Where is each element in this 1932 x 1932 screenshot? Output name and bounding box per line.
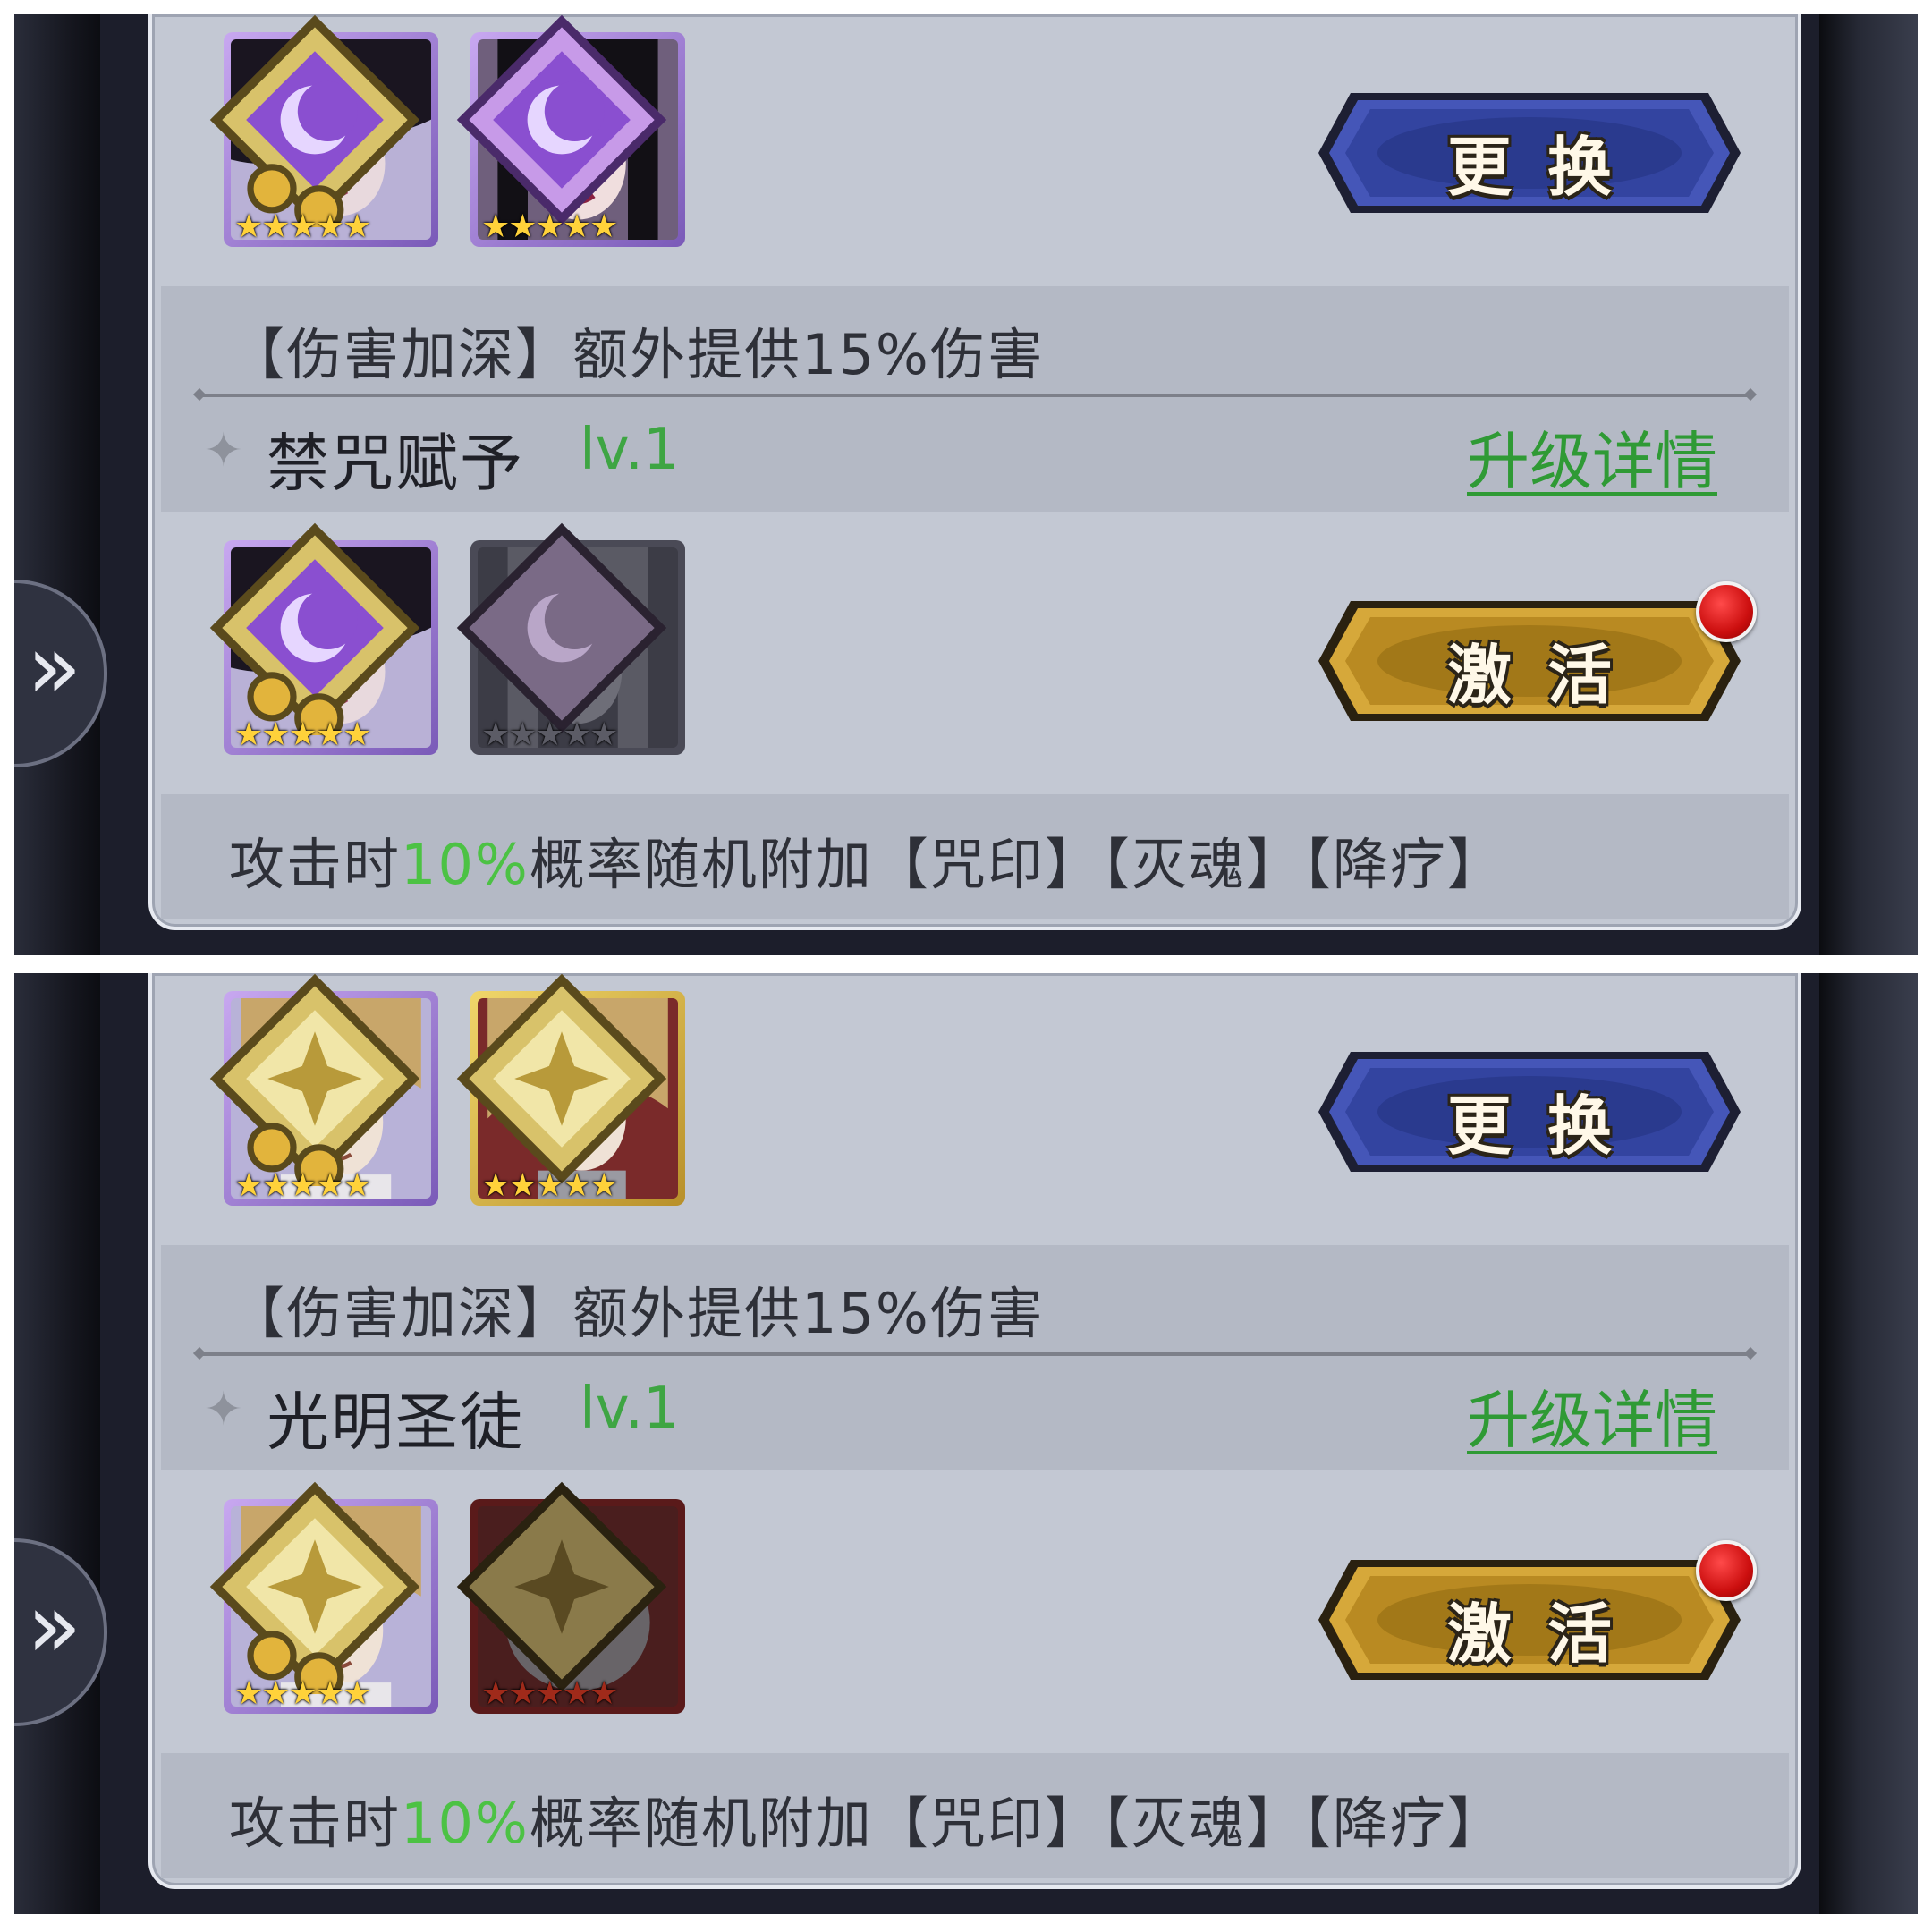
- hero-portrait-moon-girl[interactable]: ★★★★★: [456, 14, 685, 247]
- swap-button[interactable]: 更换: [1315, 1045, 1744, 1179]
- effect-description: 攻击时10%概率随机附加【咒印】【灭魂】【降疗】: [229, 1778, 1504, 1859]
- star-rating-icon: ★★★★★: [481, 1167, 618, 1204]
- effect-description: 攻击时10%概率随机附加【咒印】【灭魂】【降疗】: [229, 819, 1504, 900]
- red-notification-dot-icon: [1696, 581, 1757, 642]
- effect-suffix: 概率随机附加【咒印】【灭魂】【降疗】: [529, 1791, 1504, 1856]
- effect-prefix: 攻击时: [229, 1791, 402, 1856]
- star-rating-icon: ★★★★★: [234, 716, 371, 753]
- swap-button-label: 更换: [1446, 130, 1648, 205]
- synergy-panel: ★★★★★ ★★★★★ 更换 【伤害加深】额外提供15%伤害 ✦ 光明圣徒 lv…: [148, 973, 1801, 1889]
- effect-prefix: 攻击时: [229, 832, 402, 897]
- activate-button[interactable]: 激活: [1315, 1540, 1757, 1687]
- light-faction-badge-icon: [456, 1481, 667, 1692]
- skill-name: 禁咒赋予: [267, 427, 524, 500]
- star-rating-icon: ★★★★★: [234, 1675, 371, 1712]
- swap-button[interactable]: 更换: [1315, 86, 1744, 220]
- hero-portrait-light-knight[interactable]: ★★★★★: [456, 973, 685, 1206]
- light-faction-badge-icon: [209, 973, 420, 1186]
- divider-line: [199, 1352, 1751, 1356]
- activate-button-label: 激活: [1446, 638, 1648, 713]
- hero-portrait-moon-witch[interactable]: ★★★★★: [209, 522, 438, 755]
- red-notification-dot-icon: [1696, 1540, 1757, 1601]
- light-faction-badge-icon: [209, 1481, 420, 1694]
- hero-portrait-moon-witch[interactable]: ★★★★★: [209, 14, 438, 247]
- hero-portrait-locked[interactable]: ★★★★★: [456, 1481, 685, 1714]
- moon-faction-badge-icon: [209, 522, 420, 735]
- star-rating-icon: ★★★★★: [481, 716, 618, 753]
- effect-suffix: 概率随机附加【咒印】【灭魂】【降疗】: [529, 832, 1504, 897]
- upgrade-details-link[interactable]: 升级详情: [1467, 411, 1717, 502]
- effect-chance: 10%: [401, 832, 530, 897]
- side-expand-arrow-icon: »: [27, 614, 82, 719]
- side-expand-arrow-icon: »: [27, 1573, 82, 1678]
- screenshot-bottom: ★★★★★ ★★★★★ 更换 【伤害加深】额外提供15%伤害 ✦ 光明圣徒 lv…: [14, 973, 1918, 1914]
- bonus-description: 【伤害加深】额外提供15%伤害: [229, 322, 1045, 387]
- left-rail: [14, 14, 100, 955]
- activate-button-label: 激活: [1446, 1597, 1648, 1672]
- effect-chance: 10%: [401, 1791, 530, 1856]
- left-rail: [14, 973, 100, 1914]
- expand-plus-icon: ✦: [204, 424, 243, 478]
- synergy-panel: ★★★★★ ★★★★★ 更换 【伤害加深】额外提供15%伤害 ✦ 禁咒赋予 lv…: [148, 14, 1801, 930]
- light-faction-badge-icon: [456, 973, 667, 1184]
- star-rating-icon: ★★★★★: [234, 208, 371, 245]
- right-rail: [1819, 14, 1918, 955]
- moon-faction-badge-icon: [456, 14, 667, 225]
- screenshot-top: ★★★★★ ★★★★★ 更换 【伤害加深】额外提供15%伤害 ✦ 禁咒赋予 lv…: [14, 14, 1918, 955]
- hero-portrait-light-scholar[interactable]: ★★★★★: [209, 1481, 438, 1714]
- bonus-description: 【伤害加深】额外提供15%伤害: [229, 1281, 1045, 1346]
- skill-level: lv.1: [580, 417, 680, 483]
- skill-level: lv.1: [580, 1376, 680, 1442]
- star-rating-icon: ★★★★★: [481, 1675, 618, 1712]
- star-rating-icon: ★★★★★: [234, 1167, 371, 1204]
- star-rating-icon: ★★★★★: [481, 208, 618, 245]
- moon-faction-badge-icon: [209, 14, 420, 227]
- moon-faction-badge-icon: [456, 522, 667, 733]
- skill-name: 光明圣徒: [267, 1385, 524, 1459]
- divider-line: [199, 394, 1751, 397]
- activate-button[interactable]: 激活: [1315, 581, 1757, 728]
- hero-portrait-light-scholar[interactable]: ★★★★★: [209, 973, 438, 1206]
- hero-portrait-locked[interactable]: ★★★★★: [456, 522, 685, 755]
- swap-button-label: 更换: [1446, 1089, 1648, 1164]
- upgrade-details-link[interactable]: 升级详情: [1467, 1370, 1717, 1461]
- expand-plus-icon: ✦: [204, 1383, 243, 1436]
- right-rail: [1819, 973, 1918, 1914]
